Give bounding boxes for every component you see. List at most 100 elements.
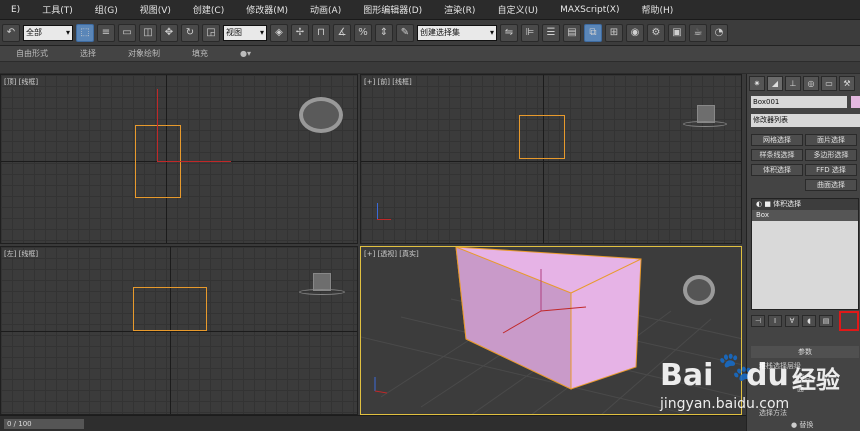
mesh-select-button[interactable]: 网格选择 <box>751 134 803 146</box>
watermark-url: jingyan.baidu.com <box>660 396 790 412</box>
render-icon[interactable]: ☕ <box>689 23 707 42</box>
make-unique-icon[interactable]: ∀ <box>785 315 799 327</box>
render-frame-icon[interactable]: ▣ <box>668 23 686 42</box>
box-wireframe[interactable] <box>519 115 565 159</box>
utilities-tab-icon[interactable]: ⚒ <box>839 76 855 91</box>
gizmo-y-axis <box>157 89 158 161</box>
viewport-top-label[interactable]: [顶] [线框] <box>4 77 38 87</box>
gizmo-x-axis <box>157 161 231 162</box>
menu-graph-editors[interactable]: 图形编辑器(D) <box>352 3 433 16</box>
rect-selection-icon[interactable]: ▭ <box>118 23 136 42</box>
ribbon-tab-freeform[interactable]: 自由形式 <box>0 48 64 59</box>
modifier-list-dropdown[interactable]: 修改器列表 <box>751 114 860 127</box>
object-color-swatch[interactable] <box>851 96 860 108</box>
stack-item-box[interactable]: Box <box>752 210 858 221</box>
pin-stack-icon[interactable]: ⊣ <box>751 315 765 327</box>
mirror-icon[interactable]: ⇋ <box>500 23 518 42</box>
chevron-down-icon: ▾ <box>489 28 494 37</box>
viewport-front-label[interactable]: [+] [前] [线框] <box>364 77 412 87</box>
viewport-left[interactable]: [左] [线框] <box>0 246 358 415</box>
curve-editor-icon[interactable]: ⧉ <box>584 23 602 42</box>
stack-item-volume-select[interactable]: ◐ ■ 体积选择 <box>752 199 858 210</box>
menu-tools[interactable]: 工具(T) <box>31 3 84 16</box>
selection-filter-dropdown[interactable]: 全部 ▾ <box>23 24 73 41</box>
viewport-left-label[interactable]: [左] [线框] <box>4 249 38 259</box>
reference-coord-value: 视图 <box>226 28 242 37</box>
menu-customize[interactable]: 自定义(U) <box>486 3 549 16</box>
undo-icon[interactable]: ↶ <box>2 23 20 42</box>
named-selection-sets[interactable]: 创建选择集 ▾ <box>417 24 497 41</box>
ribbon-toggle-icon[interactable]: ▤ <box>563 23 581 42</box>
remove-modifier-icon[interactable]: ◖ <box>802 315 816 327</box>
viewport-top[interactable]: [顶] [线框] <box>0 74 358 244</box>
viewport-front[interactable]: [+] [前] [线框] <box>360 74 742 244</box>
material-editor-icon[interactable]: ◉ <box>626 23 644 42</box>
align-icon[interactable]: ⊫ <box>521 23 539 42</box>
percent-snap-icon[interactable]: % <box>354 23 372 42</box>
grid-axis-x <box>361 161 741 162</box>
create-tab-icon[interactable]: ✷ <box>749 76 765 91</box>
viewcube-icon[interactable] <box>299 97 343 133</box>
render-setup-icon[interactable]: ⚙ <box>647 23 665 42</box>
layer-manager-icon[interactable]: ☰ <box>542 23 560 42</box>
ribbon-options-icon[interactable]: ●▾ <box>224 49 267 58</box>
show-end-result-icon[interactable]: I <box>768 315 782 327</box>
patch-select-button[interactable]: 面片选择 <box>805 134 857 146</box>
object-name-field[interactable]: Box001 <box>751 96 847 108</box>
time-slider[interactable]: 0 / 100 <box>4 418 84 429</box>
scale-icon[interactable]: ◲ <box>202 23 220 42</box>
ribbon-tab-populate[interactable]: 填充 <box>176 48 224 59</box>
chevron-down-icon: ▾ <box>259 28 264 37</box>
menu-rendering[interactable]: 渲染(R) <box>433 3 486 16</box>
axis-tripod-x <box>377 219 391 220</box>
selection-filter-value: 全部 <box>26 28 42 37</box>
pivot-icon[interactable]: ◈ <box>270 23 288 42</box>
render-production-icon[interactable]: ◔ <box>710 23 728 42</box>
volume-select-button[interactable]: 体积选择 <box>751 164 803 176</box>
hierarchy-tab-icon[interactable]: ⊥ <box>785 76 801 91</box>
reference-coord-dropdown[interactable]: 视图 ▾ <box>223 24 267 41</box>
poly-select-button[interactable]: 多边形选择 <box>805 149 857 161</box>
rotate-icon[interactable]: ↻ <box>181 23 199 42</box>
select-object-icon[interactable]: ⬚ <box>76 23 94 42</box>
spline-select-button[interactable]: 样条线选择 <box>751 149 803 161</box>
command-panel-tabs: ✷ ◢ ⊥ ◎ ▭ ⚒ <box>747 74 860 93</box>
watermark-brand-c: 经验 <box>792 366 840 394</box>
surface-select-button[interactable]: 曲面选择 <box>805 179 857 191</box>
grid-axis-y <box>1 331 357 332</box>
menu-group[interactable]: 组(G) <box>84 3 129 16</box>
menu-modifiers[interactable]: 修改器(M) <box>235 3 299 16</box>
spinner-snap-icon[interactable]: ⇕ <box>375 23 393 42</box>
grid-axis-z <box>543 75 544 243</box>
select-by-name-icon[interactable]: ≡ <box>97 23 115 42</box>
window-crossing-icon[interactable]: ◫ <box>139 23 157 42</box>
grid-axis-z <box>170 247 171 414</box>
light-bulb-icon[interactable]: ◐ ■ <box>756 200 773 208</box>
ffd-select-button[interactable]: FFD 选择 <box>805 164 857 176</box>
schematic-view-icon[interactable]: ⊞ <box>605 23 623 42</box>
ribbon-tab-object-paint[interactable]: 对象绘制 <box>112 48 176 59</box>
modify-tab-icon[interactable]: ◢ <box>767 76 783 91</box>
box-wireframe[interactable] <box>133 287 207 331</box>
menu-edit[interactable]: E) <box>0 5 31 15</box>
axis-tripod-icon <box>377 203 378 219</box>
select-manipulate-icon[interactable]: ✢ <box>291 23 309 42</box>
chevron-down-icon: ▾ <box>65 28 70 37</box>
named-selection-sets-value: 创建选择集 <box>420 28 460 37</box>
menu-help[interactable]: 帮助(H) <box>630 3 684 16</box>
display-tab-icon[interactable]: ▭ <box>821 76 837 91</box>
motion-tab-icon[interactable]: ◎ <box>803 76 819 91</box>
stack-item-label: Box <box>756 211 770 219</box>
viewcube-icon[interactable] <box>683 275 715 305</box>
menu-create[interactable]: 创建(C) <box>182 3 235 16</box>
configure-modifier-sets-icon[interactable]: ▤ <box>819 315 833 327</box>
angle-snap-icon[interactable]: ∡ <box>333 23 351 42</box>
edit-named-sets-icon[interactable]: ✎ <box>396 23 414 42</box>
menu-animation[interactable]: 动画(A) <box>299 3 352 16</box>
move-icon[interactable]: ✥ <box>160 23 178 42</box>
modifier-stack[interactable]: ◐ ■ 体积选择 Box <box>751 198 859 310</box>
snap-icon[interactable]: ⊓ <box>312 23 330 42</box>
menu-views[interactable]: 视图(V) <box>129 3 182 16</box>
ribbon-tab-selection[interactable]: 选择 <box>64 48 112 59</box>
menu-maxscript[interactable]: MAXScript(X) <box>549 5 630 15</box>
